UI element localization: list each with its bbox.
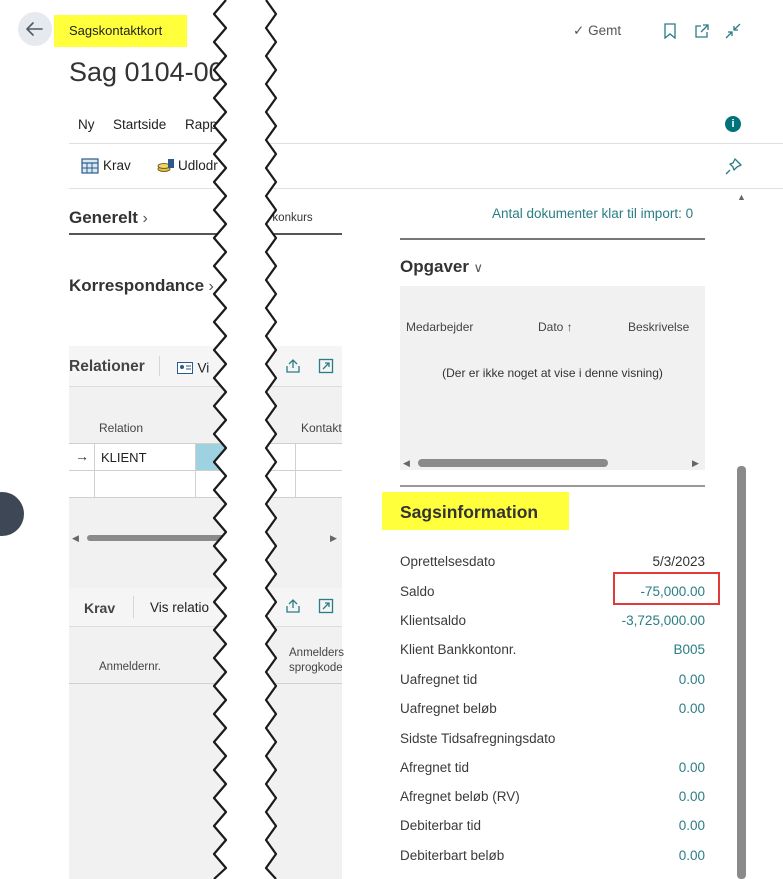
collapse-icon[interactable] bbox=[725, 23, 741, 39]
krav-action-label: Krav bbox=[103, 158, 131, 173]
sagsinformation-highlight: Sagsinformation bbox=[382, 492, 569, 530]
field-debiterbart-beloeb-label: Debiterbart beløb bbox=[400, 848, 505, 863]
share-icon[interactable] bbox=[285, 598, 301, 614]
field-klient-bankkontonr-value[interactable]: B005 bbox=[673, 642, 705, 657]
kontakt-column-header[interactable]: Kontakt bbox=[301, 421, 342, 435]
expand-icon[interactable] bbox=[318, 358, 334, 374]
arrow-left-icon bbox=[26, 22, 43, 36]
info-icon[interactable]: i bbox=[725, 116, 741, 132]
scroll-right-icon[interactable]: ▶ bbox=[692, 458, 699, 469]
generelt-underline bbox=[69, 233, 226, 235]
import-divider bbox=[400, 238, 705, 240]
field-afregnet-tid-value[interactable]: 0.00 bbox=[679, 760, 705, 775]
vis-button[interactable]: Vi bbox=[177, 359, 209, 377]
scroll-right-icon[interactable]: ▶ bbox=[330, 533, 337, 544]
field-afregnet-beloeb-rv-label: Afregnet beløb (RV) bbox=[400, 789, 520, 804]
page-title: Sag 0104-00 bbox=[69, 57, 224, 87]
field-sidste-tidsafregningsdato-label: Sidste Tidsafregningsdato bbox=[400, 731, 556, 746]
breadcrumb: Sagskontaktkort bbox=[54, 15, 187, 47]
torn-edge-right bbox=[258, 0, 278, 879]
left-panel: Sagskontaktkort Sag 0104-00 Ny Startside… bbox=[0, 0, 226, 879]
scroll-up-icon[interactable]: ▲ bbox=[737, 192, 746, 202]
relationer-column-header[interactable]: Relation bbox=[99, 421, 143, 435]
opgaver-title: Opgaver bbox=[400, 257, 469, 276]
krav-column-sprogkode[interactable]: sprogkode bbox=[289, 662, 343, 674]
section-generelt-title: Generelt bbox=[69, 208, 138, 227]
breadcrumb-label: Sagskontaktkort bbox=[69, 23, 163, 38]
field-oprettelsesdato-value: 5/3/2023 bbox=[652, 554, 705, 569]
opgaver-column-dato[interactable]: Dato ↑ bbox=[538, 320, 573, 334]
krav-header: Krav Vis relatio bbox=[69, 588, 226, 626]
opgaver-header[interactable]: Opgaver ∨ bbox=[400, 257, 483, 277]
section-korrespondance-title: Korrespondance bbox=[69, 276, 205, 295]
field-uafregnet-beloeb-label: Uafregnet beløb bbox=[400, 701, 497, 716]
coins-icon bbox=[157, 159, 174, 172]
factbox-scrollbar-thumb[interactable] bbox=[737, 466, 746, 879]
field-oprettelsesdato-label: Oprettelsesdato bbox=[400, 554, 496, 569]
sagsinformation-title: Sagsinformation bbox=[400, 502, 539, 522]
share-icon[interactable] bbox=[285, 358, 301, 374]
scroll-left-icon[interactable]: ◀ bbox=[403, 458, 410, 469]
contact-card-icon bbox=[177, 361, 193, 374]
factbox-scrollbar[interactable]: ▲ bbox=[735, 190, 749, 879]
field-saldo-label: Saldo bbox=[400, 584, 435, 599]
action-divider-right bbox=[266, 188, 783, 189]
chevron-right-icon: › bbox=[142, 210, 148, 227]
opgaver-divider bbox=[400, 485, 705, 487]
scroll-left-icon[interactable]: ◀ bbox=[72, 533, 79, 544]
saldo-annotation-box bbox=[613, 572, 720, 605]
saved-label: Gemt bbox=[588, 23, 622, 38]
opgaver-scrollbar-thumb[interactable] bbox=[418, 459, 608, 467]
row-selector-arrow-icon: → bbox=[75, 448, 89, 464]
field-afregnet-beloeb-rv-value[interactable]: 0.00 bbox=[679, 789, 705, 804]
side-panel-handle[interactable] bbox=[0, 492, 24, 536]
pin-icon[interactable] bbox=[725, 158, 742, 175]
table-icon bbox=[81, 158, 99, 174]
chevron-down-icon: ∨ bbox=[473, 260, 483, 275]
section-korrespondance[interactable]: Korrespondance › bbox=[69, 276, 214, 296]
opgaver-empty-text: (Der er ikke noget at vise i denne visni… bbox=[442, 366, 663, 380]
krav-title[interactable]: Krav bbox=[84, 600, 115, 616]
action-divider bbox=[69, 188, 226, 189]
krav-column-anmelders[interactable]: Anmelders bbox=[289, 647, 344, 659]
right-panel: ✓ Gemt i er konkurs Kontakt ▶ bbox=[266, 0, 783, 879]
krav-divider bbox=[69, 626, 226, 627]
field-uafregnet-tid-value[interactable]: 0.00 bbox=[679, 672, 705, 687]
vis-relation-button[interactable]: Vis relatio bbox=[150, 600, 209, 615]
field-klientsaldo-label: Klientsaldo bbox=[400, 613, 467, 628]
nav-tab-ny[interactable]: Ny bbox=[78, 117, 95, 132]
field-uafregnet-tid-label: Uafregnet tid bbox=[400, 672, 478, 687]
table-row[interactable]: KLIENT bbox=[95, 444, 195, 470]
saved-status: ✓ Gemt bbox=[573, 23, 621, 39]
field-debiterbar-tid-value[interactable]: 0.00 bbox=[679, 818, 705, 833]
relationer-title: Relationer bbox=[69, 358, 145, 375]
nav-tab-startside[interactable]: Startside bbox=[113, 117, 166, 132]
field-uafregnet-beloeb-value[interactable]: 0.00 bbox=[679, 701, 705, 716]
relationer-scrollbar[interactable]: ◀ bbox=[69, 533, 226, 543]
field-klientsaldo-value[interactable]: -3,725,000.00 bbox=[622, 613, 705, 628]
relationer-header: Relationer Vi bbox=[69, 346, 226, 386]
field-debiterbar-tid-label: Debiterbar tid bbox=[400, 818, 482, 833]
open-in-new-window-icon[interactable] bbox=[694, 23, 710, 39]
field-debiterbart-beloeb-value[interactable]: 0.00 bbox=[679, 848, 705, 863]
import-status-link[interactable]: Antal dokumenter klar til import: 0 bbox=[492, 206, 693, 221]
bookmark-icon[interactable] bbox=[664, 23, 676, 39]
krav-column-anmeldernr[interactable]: Anmeldernr. bbox=[99, 661, 161, 673]
field-klient-bankkontonr-label: Klient Bankkontonr. bbox=[400, 642, 517, 657]
relationer-grid: → KLIENT bbox=[69, 443, 226, 498]
expand-icon[interactable] bbox=[318, 598, 334, 614]
check-icon: ✓ bbox=[573, 23, 585, 38]
krav-grid-divider bbox=[69, 683, 226, 684]
field-afregnet-tid-label: Afregnet tid bbox=[400, 760, 470, 775]
section-generelt[interactable]: Generelt › bbox=[69, 208, 148, 228]
nav-divider bbox=[69, 143, 226, 144]
relationer-divider bbox=[69, 386, 226, 387]
opgaver-column-medarbejder[interactable]: Medarbejder bbox=[406, 320, 473, 334]
opgaver-column-beskrivelse[interactable]: Beskrivelse bbox=[628, 320, 689, 334]
opgaver-list: Medarbejder Dato ↑ Beskrivelse (Der er i… bbox=[400, 286, 705, 470]
relation-cell: KLIENT bbox=[101, 450, 147, 465]
nav-divider-right bbox=[266, 143, 783, 144]
torn-edge-left bbox=[212, 0, 234, 879]
back-button[interactable] bbox=[18, 12, 52, 46]
